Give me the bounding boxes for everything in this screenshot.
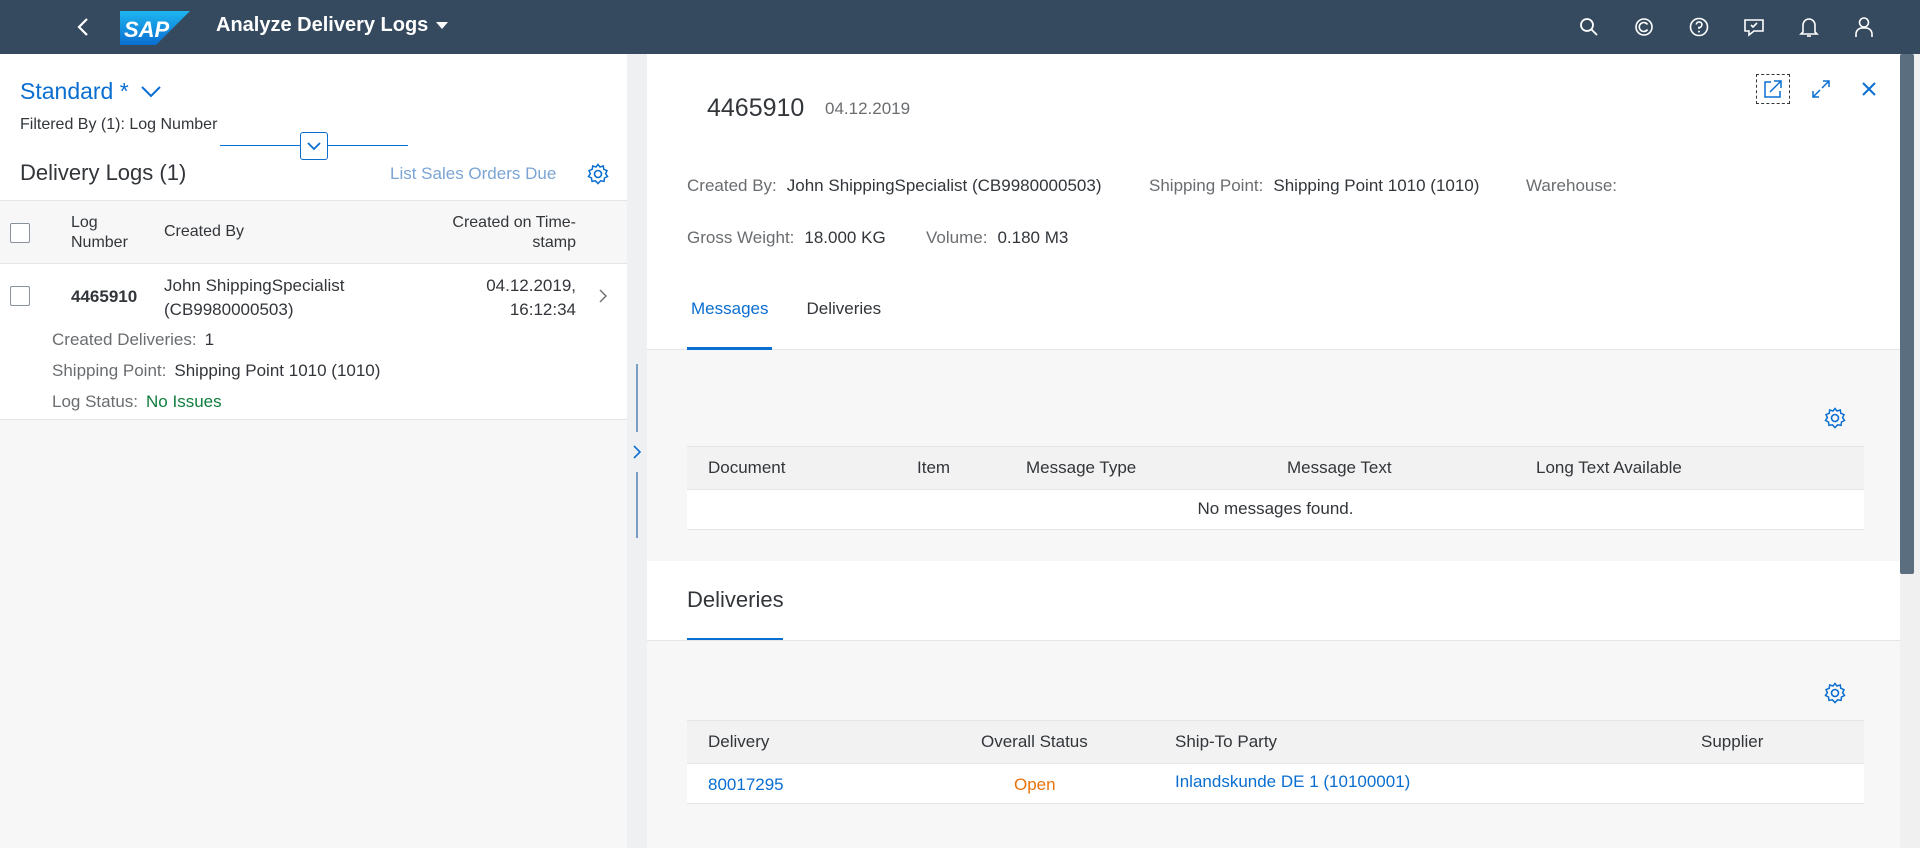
variant-name: Standard * [20,78,129,104]
column-overall-status[interactable]: Overall Status [981,732,1088,752]
row-checkbox[interactable] [10,286,30,306]
delivery-link[interactable]: 80017295 [708,775,784,795]
chevron-right-icon [633,445,641,459]
column-message-type[interactable]: Message Type [1026,458,1136,478]
gear-icon [587,163,609,185]
share-icon [1764,80,1782,98]
bell-icon [1798,18,1819,37]
created-deliveries-attr: Created Deliveries: 1 [52,330,215,349]
filtered-by-text: Filtered By (1): Log Number [20,116,218,133]
column-ship-to-party[interactable]: Ship-To Party [1175,732,1277,752]
list-settings-button[interactable] [585,161,611,187]
deliveries-settings-button[interactable] [1822,680,1848,706]
back-button[interactable] [70,14,96,40]
tab-bar: Messages Deliveries [687,294,915,350]
header-divider [328,145,408,146]
fullscreen-icon [1812,80,1830,98]
column-item[interactable]: Item [917,458,950,478]
list-header-area: Standard * Filtered By (1): Log Number D… [0,54,627,200]
svg-text:SAP: SAP [124,17,170,42]
chevron-right-icon [593,286,613,306]
list-sales-orders-due-button[interactable]: List Sales Orders Due [390,164,556,184]
created-by-attr: Created By: John ShippingSpecialist (CB99… [687,176,1102,195]
select-all-checkbox[interactable] [10,223,30,243]
status-badge: No Issues [146,392,222,411]
divider-grip [636,472,638,538]
deliveries-section-header: Deliveries [647,561,1900,641]
list-table-header: Log Number Created By Created on Time- s… [0,200,627,264]
search-icon [1579,18,1598,36]
shipping-point-attr: Shipping Point: Shipping Point 1010 (1010… [1149,176,1480,195]
warehouse-attr: Warehouse: [1526,176,1618,195]
fullscreen-button[interactable] [1804,74,1838,104]
expand-left-button[interactable] [629,442,645,462]
notifications-button[interactable] [1792,11,1825,43]
column-created-timestamp[interactable]: Created on Time- stamp [452,213,576,253]
divider-grip [636,364,638,432]
gross-weight-attr: Gross Weight: 18.000 KG [687,228,886,247]
section-title: Deliveries [687,587,784,612]
expand-header-button[interactable] [300,132,328,160]
search-button[interactable] [1572,11,1605,43]
chevron-down-icon [140,85,161,97]
close-icon [1862,82,1876,96]
gear-icon [1824,407,1846,429]
feedback-icon [1743,19,1764,37]
no-messages-text: No messages found. [1197,499,1354,518]
column-supplier[interactable]: Supplier [1701,732,1763,752]
object-header: 4465910 04.12.2019 Created By: John Shipp… [647,54,1900,350]
scrollbar-thumb[interactable] [1900,54,1914,574]
shell-bar: SAP Analyze Delivery Logs [0,0,1920,54]
table-header: Document Item Message Type Message Text … [687,446,1864,490]
app-title-menu[interactable]: Analyze Delivery Logs [216,14,449,37]
table-row[interactable]: 4465910 John ShippingSpecialist (CB99800… [0,264,627,420]
created-timestamp-value: 04.12.2019, 16:12:34 [486,276,576,319]
column-divider[interactable] [627,54,647,848]
column-created-by[interactable]: Created By [164,223,244,241]
master-list-panel: Standard * Filtered By (1): Log Number D… [0,54,627,848]
object-date: 04.12.2019 [825,99,911,118]
chevron-left-icon [77,18,88,36]
messages-settings-button[interactable] [1822,405,1848,431]
empty-row: No messages found. [687,490,1864,530]
detail-panel: 4465910 04.12.2019 Created By: John Shipp… [647,54,1900,848]
volume-attr: Volume: 0.180 M3 [926,228,1069,247]
variant-selector[interactable]: Standard * [20,78,161,105]
list-title: Delivery Logs (1) [20,160,187,185]
tab-deliveries[interactable]: Deliveries [802,294,885,350]
column-message-text[interactable]: Message Text [1287,458,1392,478]
ship-to-party-link[interactable]: Inlandskunde DE 1 (10100001) [1175,772,1410,792]
column-delivery[interactable]: Delivery [708,732,769,752]
deliveries-table: Delivery Overall Status Ship-To Party Su… [687,720,1864,804]
help-button[interactable] [1682,11,1715,43]
column-log-number[interactable]: Log Number [71,213,128,253]
user-icon [1854,17,1873,37]
created-by-value: John ShippingSpecialist (CB9980000503) [164,276,345,319]
status-badge: Open [1014,775,1056,794]
table-row[interactable]: 80017295 Open Inlandskunde DE 1 (1010000… [687,764,1864,804]
close-button[interactable] [1852,74,1886,104]
gear-icon [1824,682,1846,704]
chevron-down-icon [307,141,321,150]
column-document[interactable]: Document [708,458,785,478]
sap-logo: SAP [120,11,190,45]
page-title: 4465910 [707,94,805,122]
share-button[interactable] [1756,74,1790,104]
shipping-point-attr: Shipping Point: Shipping Point 1010 (1010… [52,361,381,380]
help-icon [1689,17,1708,37]
table-header: Delivery Overall Status Ship-To Party Su… [687,720,1864,764]
section-underline [687,638,783,640]
app-title: Analyze Delivery Logs [216,14,429,36]
copilot-icon [1634,18,1653,36]
caret-down-icon [436,21,449,29]
header-divider [220,145,300,146]
log-status-attr: Log Status: No Issues [52,392,222,411]
user-button[interactable] [1847,11,1880,43]
log-number: 4465910 [71,287,138,306]
copilot-button[interactable] [1627,11,1660,43]
messages-table: Document Item Message Type Message Text … [687,446,1864,530]
column-long-text-available[interactable]: Long Text Available [1536,458,1682,478]
tab-messages[interactable]: Messages [687,294,773,350]
feedback-button[interactable] [1737,11,1770,43]
